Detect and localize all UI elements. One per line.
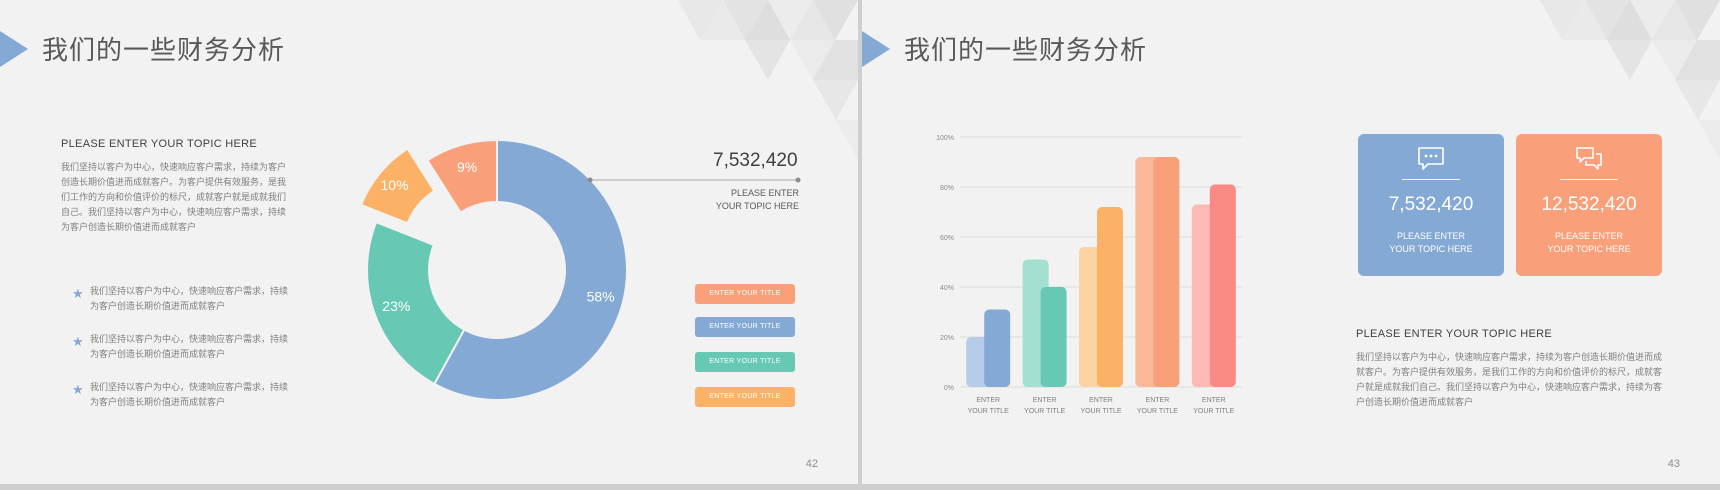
card-caption-line: PLEASE ENTER	[1396, 231, 1466, 241]
bar-front	[984, 309, 1011, 387]
card-divider	[1402, 179, 1460, 180]
callout-caption: PLEASE ENTER YOUR TOPIC HERE	[680, 187, 799, 213]
y-tick-label: 40%	[940, 285, 954, 292]
topic-line: 创造长期价值进而成就客户。为客户提供有效服务，是我	[61, 178, 287, 188]
card-caption-line: YOUR TOPIC HERE	[1389, 244, 1473, 254]
slide-43: 我们的一些财务分析 0% 20% 40% 60% 80% 100% ENTER YOUR TI…	[862, 0, 1720, 484]
topic-line: 户创造长期价值进而成就客户	[1356, 398, 1474, 408]
bullet-line: 为客户创造长期价值进而成就客户	[90, 350, 226, 360]
topic-heading: PLEASE ENTER YOUR TOPIC HERE	[1356, 328, 1553, 340]
legend-item: ENTER YOUR TITLE	[695, 352, 795, 372]
slice-label: 9%	[457, 159, 477, 175]
bullet-line: 我们坚持以客户为中心，快速响应客户需求，持续	[90, 335, 289, 345]
callout-value: 7,532,420	[713, 150, 798, 171]
legend-item: ENTER YOUR TITLE	[695, 284, 795, 304]
x-category-label: ENTER	[1089, 397, 1113, 404]
slice-label: 10%	[381, 177, 409, 193]
topic-line: 户就是成就我们自己。我们坚持以客户为中心，快速响应客户需求，持续为客	[1356, 383, 1663, 393]
x-category-label: ENTER	[1146, 397, 1170, 404]
y-tick-label: 80%	[940, 185, 954, 192]
x-category-label: ENTER	[976, 397, 1000, 404]
chat-bubble-icon	[1418, 147, 1444, 170]
bar-front	[1209, 184, 1236, 387]
x-category-label: YOUR TITLE	[1024, 408, 1065, 415]
bar-front	[1153, 157, 1180, 387]
card-caption: PLEASE ENTER YOUR TOPIC HERE	[1358, 230, 1504, 256]
slide-title: 我们的一些财务分析	[42, 36, 286, 66]
card-value: 7,532,420	[1388, 194, 1474, 215]
x-category-label: YOUR TITLE	[1080, 408, 1121, 415]
topic-line: 为客户创造长期价值进而成就客户	[61, 223, 197, 233]
legend-item: ENTER YOUR TITLE	[695, 387, 795, 407]
page-number: 42	[805, 458, 818, 470]
x-category-label: YOUR TITLE	[968, 408, 1009, 415]
card-caption: PLEASE ENTER YOUR TOPIC HERE	[1516, 230, 1662, 256]
topic-line: 我们坚持以客户为中心，快速响应客户需求，持续为客户创造长期价值进而成	[1356, 353, 1663, 363]
conversation-icon	[1576, 147, 1602, 170]
card-divider	[1560, 179, 1618, 180]
x-category-label: ENTER	[1202, 397, 1226, 404]
y-tick-label: 20%	[940, 335, 954, 342]
title-arrow-icon	[862, 31, 890, 67]
topic-body: 我们坚持以客户为中心，快速响应客户需求，持续为客户创造长期价值进而成 就客户。为…	[1356, 351, 1676, 411]
bar-front	[1097, 207, 1123, 387]
bullet-line: 为客户创造长期价值进而成就客户	[90, 302, 226, 312]
topic-line: 们工作的方向和价值评价的标尺，成就客户就是成就我们	[61, 193, 287, 203]
donut-slice	[425, 138, 498, 214]
page-number: 43	[1667, 458, 1680, 470]
legend-item: ENTER YOUR TITLE	[695, 317, 795, 337]
card-caption-line: PLEASE ENTER	[1554, 231, 1624, 241]
y-tick-label: 100%	[936, 135, 954, 142]
star-icon: ★	[72, 382, 84, 397]
bullet-line: 为客户创造长期价值进而成就客户	[90, 398, 226, 408]
topic-line: 就客户。为客户提供有效服务，是我们工作的方向和价值评价的标尺，成就客	[1356, 368, 1663, 378]
slice-label: 58%	[587, 289, 615, 305]
x-category-label: YOUR TITLE	[1193, 408, 1234, 415]
topic-line: 我们坚持以客户为中心，快速响应客户需求，持续为客户	[61, 163, 287, 173]
bullet-line: 我们坚持以客户为中心，快速响应客户需求，持续	[90, 287, 289, 297]
bar-chart: 0% 20% 40% 60% 80% 100% ENTER YOUR TITLE ENTER YO…	[936, 135, 1242, 415]
bar-front	[1040, 287, 1067, 387]
bullet-line: 我们坚持以客户为中心，快速响应客户需求，持续	[90, 383, 289, 393]
stat-card: 7,532,420 PLEASE ENTER YOUR TOPIC HERE	[1358, 134, 1504, 276]
topic-heading: PLEASE ENTER YOUR TOPIC HERE	[61, 138, 258, 150]
slide-42: 我们的一些财务分析 PLEASE ENTER YOUR TOPIC HERE 我…	[0, 0, 858, 484]
callout-caption-line: PLEASE ENTER	[730, 188, 799, 198]
triangle-pattern-decoration	[678, 0, 858, 160]
callout-connector-line	[587, 177, 801, 183]
title-arrow-icon	[0, 31, 28, 67]
card-caption-line: YOUR TOPIC HERE	[1547, 244, 1631, 254]
slice-label: 23%	[382, 298, 410, 314]
x-category-label: YOUR TITLE	[1137, 408, 1178, 415]
stat-card: 12,532,420 PLEASE ENTER YOUR TOPIC HERE	[1516, 134, 1662, 276]
card-value: 12,532,420	[1541, 194, 1637, 215]
callout-caption-line: YOUR TOPIC HERE	[715, 201, 799, 211]
star-icon: ★	[72, 286, 84, 301]
slide-title: 我们的一些财务分析	[904, 36, 1148, 66]
star-icon: ★	[72, 334, 84, 349]
y-tick-label: 60%	[940, 235, 954, 242]
topic-line: 自己。我们坚持以客户为中心，快速响应客户需求，持续	[61, 208, 287, 218]
y-tick-label: 0%	[944, 385, 954, 392]
donut-chart: 58% 23% 10% 9%	[359, 138, 628, 401]
x-category-label: ENTER	[1033, 397, 1057, 404]
topic-body: 我们坚持以客户为中心，快速响应客户需求，持续为客户 创造长期价值进而成就客户。为…	[61, 161, 286, 236]
